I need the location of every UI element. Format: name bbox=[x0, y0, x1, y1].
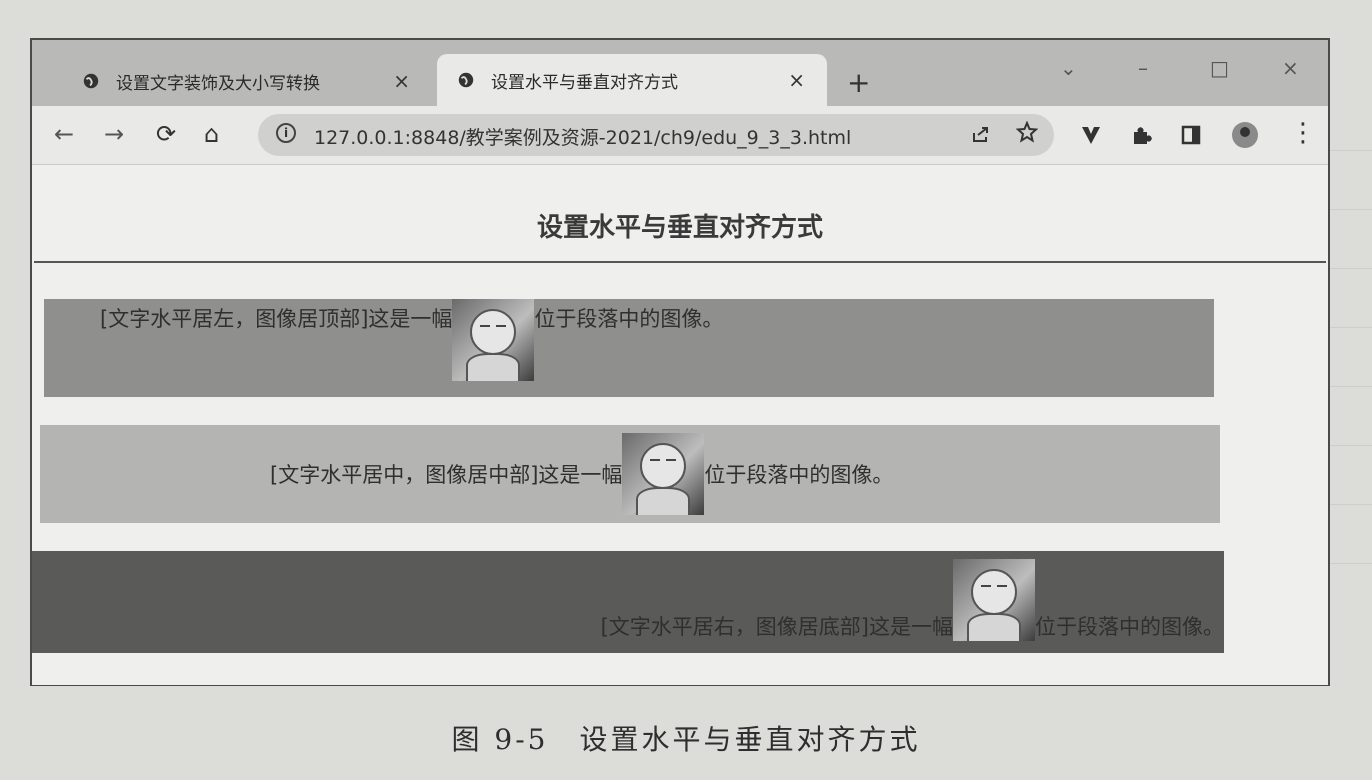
profile-avatar[interactable] bbox=[1232, 122, 1258, 148]
browser-window: 设置文字装饰及大小写转换 × 设置水平与垂直对齐方式 × + ⌄ – □ × ←… bbox=[30, 38, 1330, 686]
horizontal-rule bbox=[34, 261, 1326, 263]
browser-toolbar: ← → ⟳ ⌂ i 127.0.0.1:8848/教学案例及资源-2021/ch… bbox=[32, 106, 1328, 164]
paragraph-right-bottom: [文字水平居右，图像居底部]这是一幅 位于段落中的图像。 bbox=[32, 551, 1224, 653]
back-button[interactable]: ← bbox=[54, 120, 74, 148]
cartoon-image bbox=[452, 299, 535, 381]
tab-search-icon[interactable]: ⌄ bbox=[1060, 56, 1077, 80]
paragraph-text-after: 位于段落中的图像。 bbox=[704, 463, 894, 487]
cartoon-image bbox=[953, 559, 1035, 641]
close-tab-icon[interactable]: × bbox=[788, 68, 805, 92]
tab-title: 设置水平与垂直对齐方式 bbox=[491, 72, 678, 93]
page-heading: 设置水平与垂直对齐方式 bbox=[536, 213, 823, 243]
tab-title: 设置文字装饰及大小写转换 bbox=[116, 73, 320, 94]
cartoon-image bbox=[622, 433, 705, 515]
tab-strip: 设置文字装饰及大小写转换 × 设置水平与垂直对齐方式 × + ⌄ – □ × bbox=[32, 40, 1328, 106]
minimize-button[interactable]: – bbox=[1138, 56, 1148, 80]
globe-icon bbox=[458, 72, 474, 88]
close-tab-icon[interactable]: × bbox=[393, 69, 410, 93]
close-window-button[interactable]: × bbox=[1282, 56, 1299, 80]
tab-alignment-active[interactable]: 设置水平与垂直对齐方式 × bbox=[437, 54, 827, 106]
paragraph-text-after: 位于段落中的图像。 bbox=[534, 307, 724, 331]
bookmark-star-icon[interactable] bbox=[1016, 121, 1038, 143]
figure-caption: 图 9-5 设置水平与垂直对齐方式 bbox=[451, 723, 921, 756]
share-icon[interactable] bbox=[970, 123, 992, 145]
maximize-button[interactable]: □ bbox=[1210, 56, 1229, 80]
paragraph-left-top: [文字水平居左，图像居顶部]这是一幅 位于段落中的图像。 bbox=[44, 299, 1214, 397]
reload-button[interactable]: ⟳ bbox=[156, 120, 176, 148]
site-info-icon[interactable]: i bbox=[276, 123, 296, 143]
paragraph-text-before: [文字水平居左，图像居顶部]这是一幅 bbox=[100, 307, 453, 331]
new-tab-button[interactable]: + bbox=[847, 66, 870, 99]
paragraph-text-before: [文字水平居右，图像居底部]这是一幅 bbox=[600, 615, 953, 639]
extensions-puzzle-icon[interactable] bbox=[1130, 124, 1152, 146]
url-text[interactable]: 127.0.0.1:8848/教学案例及资源-2021/ch9/edu_9_3_… bbox=[314, 123, 851, 150]
page-content: 设置水平与垂直对齐方式 [文字水平居左，图像居顶部]这是一幅 位于段落中的图像。… bbox=[32, 164, 1328, 685]
menu-button[interactable]: ⋮ bbox=[1290, 118, 1316, 148]
globe-icon bbox=[83, 73, 99, 89]
forward-button[interactable]: → bbox=[104, 120, 124, 148]
paragraph-text-after: 位于段落中的图像。 bbox=[1035, 615, 1224, 639]
address-bar[interactable]: i 127.0.0.1:8848/教学案例及资源-2021/ch9/edu_9_… bbox=[258, 114, 1054, 156]
paragraph-text-before: [文字水平居中，图像居中部]这是一幅 bbox=[270, 463, 623, 487]
paragraph-center-middle: [文字水平居中，图像居中部]这是一幅 位于段落中的图像。 bbox=[40, 425, 1220, 523]
side-panel-icon[interactable] bbox=[1180, 124, 1202, 146]
tab-text-decoration[interactable]: 设置文字装饰及大小写转换 × bbox=[62, 56, 432, 106]
home-button[interactable]: ⌂ bbox=[204, 120, 219, 148]
extension-v-icon[interactable] bbox=[1080, 124, 1102, 146]
